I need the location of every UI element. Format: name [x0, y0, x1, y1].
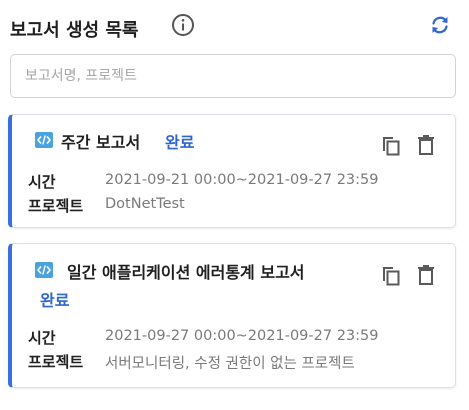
code-icon — [35, 132, 53, 148]
report-title: 일간 애플리케이션 에러통계 보고서 — [67, 263, 305, 282]
time-label: 시간 — [28, 173, 56, 191]
report-card[interactable]: 주간 보고서 완료 시간 2021-09-21 00:00~2021-09-27… — [8, 114, 456, 228]
project-label: 프로젝트 — [28, 353, 84, 371]
search-input[interactable] — [11, 55, 459, 97]
page-title: 보고서 생성 목록 — [10, 20, 139, 41]
copy-icon[interactable] — [380, 264, 402, 286]
time-label: 시간 — [28, 329, 56, 347]
copy-icon[interactable] — [380, 134, 402, 156]
time-value: 2021-09-27 00:00~2021-09-27 23:59 — [105, 328, 379, 344]
status-badge: 완료 — [165, 133, 195, 152]
page-header: 보고서 생성 목록 — [8, 10, 458, 42]
trash-icon[interactable] — [415, 264, 437, 286]
project-value: 서버모니터링, 수정 권한이 없는 프로젝트 — [105, 356, 355, 372]
report-title: 주간 보고서 — [61, 133, 141, 152]
search-field[interactable] — [10, 54, 459, 98]
report-card[interactable]: 일간 애플리케이션 에러통계 보고서 완료 시간 2021-09-27 00:0… — [8, 243, 456, 388]
project-label: 프로젝트 — [28, 197, 84, 215]
status-badge: 완료 — [40, 291, 70, 310]
code-icon — [35, 262, 53, 278]
time-value: 2021-09-21 00:00~2021-09-27 23:59 — [105, 172, 379, 188]
project-value: DotNetTest — [105, 196, 185, 212]
info-icon[interactable] — [171, 13, 195, 37]
refresh-icon[interactable] — [428, 13, 452, 37]
trash-icon[interactable] — [415, 134, 437, 156]
